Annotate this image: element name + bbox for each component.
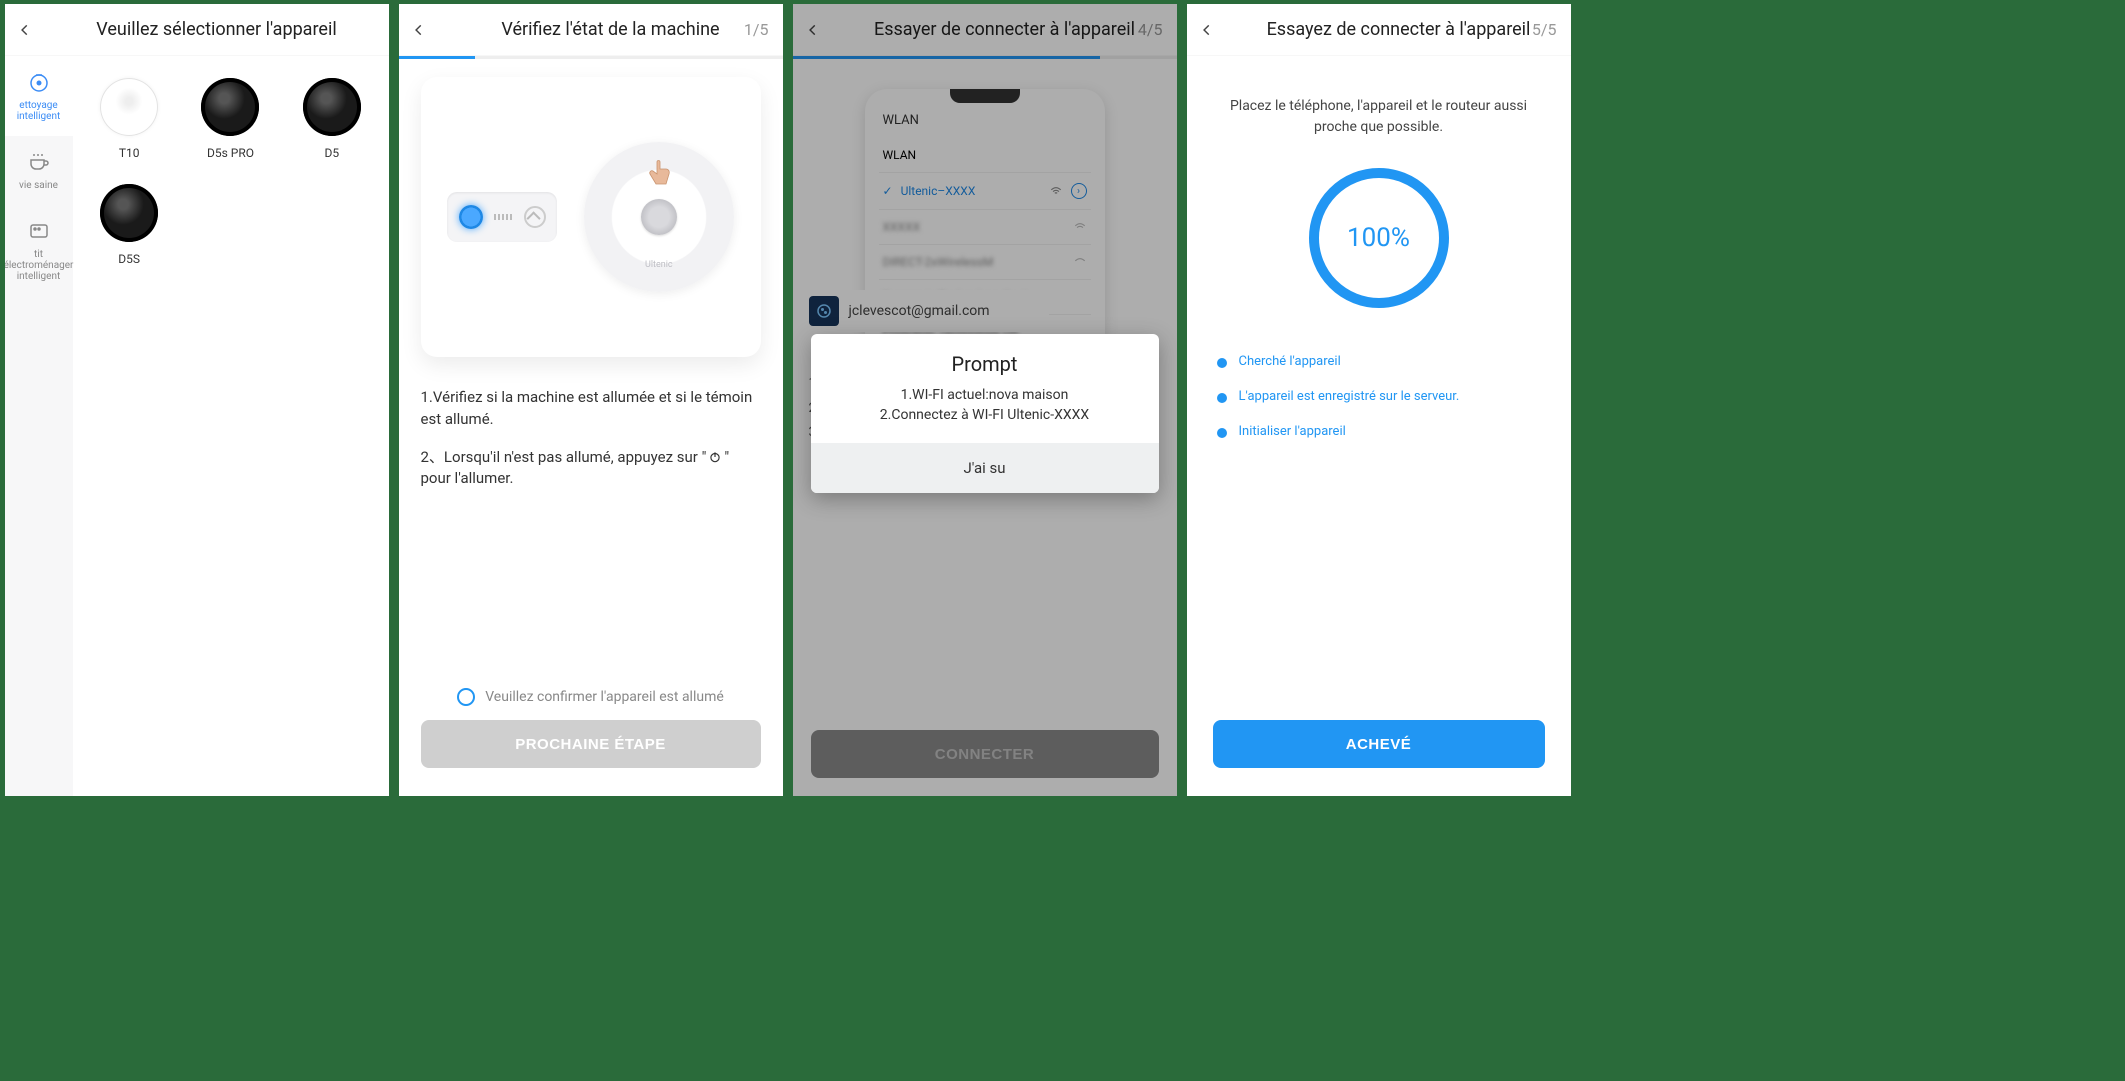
robot-illustration: Ultenic: [584, 142, 734, 292]
confirm-checkbox[interactable]: Veuillez confirmer l'appareil est allumé: [421, 688, 761, 706]
status-step: Cherché l'appareil: [1217, 354, 1541, 369]
screen-select-device: Veuillez sélectionner l'appareil ettoyag…: [5, 4, 389, 796]
dot-icon: [1217, 428, 1227, 438]
device-label: T10: [119, 146, 140, 160]
appliance-icon: [27, 219, 51, 243]
device-thumb: [100, 78, 158, 136]
step-indicator: 1/5: [744, 20, 769, 39]
device-t10[interactable]: T10: [79, 70, 180, 176]
chevron-left-icon: [412, 23, 426, 37]
illustration-card: Ultenic: [421, 77, 761, 357]
power-icon: [706, 450, 724, 464]
category-smart-cleaning[interactable]: ettoyage intelligent: [5, 56, 73, 136]
device-d5s-pro[interactable]: D5s PRO: [180, 70, 281, 176]
status-step: Initialiser l'appareil: [1217, 424, 1541, 439]
prompt-ok-button[interactable]: J'ai su: [811, 443, 1159, 493]
page-title: Essayez de connecter à l'appareil: [1227, 19, 1571, 40]
confirm-label: Veuillez confirmer l'appareil est allumé: [485, 689, 724, 705]
page-title: Veuillez sélectionner l'appareil: [45, 19, 389, 40]
device-d5[interactable]: D5: [281, 70, 382, 176]
radio-unchecked-icon: [457, 688, 475, 706]
category-label: vie saine: [19, 180, 58, 191]
cup-icon: [27, 150, 51, 174]
instruction-line-2: 2、Lorsqu'il n'est pas allumé, appuyez su…: [421, 447, 761, 491]
prompt-title: Prompt: [811, 334, 1159, 386]
hint-text: Placez le téléphone, l'appareil et le ro…: [1213, 96, 1545, 138]
prompt-dialog: Prompt 1.WI-FI actuel:nova maison 2.Conn…: [811, 334, 1159, 493]
screen-check-state: Vérifiez l'état de la machine 1/5 Ulteni…: [399, 4, 783, 796]
brand-label: Ultenic: [645, 260, 673, 270]
device-thumb: [201, 78, 259, 136]
instruction-text: 1.Vérifiez si la machine est allumée et …: [421, 387, 761, 506]
status-steps: Cherché l'appareil L'appareil est enregi…: [1213, 354, 1545, 459]
device-grid: T10 D5s PRO D5 D5S: [73, 56, 389, 796]
done-button[interactable]: ACHEVÉ: [1213, 720, 1545, 768]
screen-connect-prompt: Essayer de connecter à l'appareil 4/5 WL…: [793, 4, 1177, 796]
chevron-left-icon: [18, 23, 32, 37]
device-thumb: [100, 184, 158, 242]
category-sidebar: ettoyage intelligent vie saine tit élect…: [5, 56, 73, 796]
dot-icon: [1217, 358, 1227, 368]
category-label: ettoyage intelligent: [9, 100, 69, 122]
device-d5s[interactable]: D5S: [79, 176, 180, 282]
category-label: tit électroménager intelligent: [5, 249, 74, 282]
device-label: D5: [324, 146, 339, 160]
dock-illustration: [447, 192, 557, 242]
back-button[interactable]: [5, 23, 45, 37]
header: Vérifiez l'état de la machine 1/5: [399, 4, 783, 56]
category-small-appliance[interactable]: tit électroménager intelligent: [5, 205, 73, 296]
dots-icon: [494, 214, 512, 220]
back-button[interactable]: [399, 23, 439, 37]
page-title: Vérifiez l'état de la machine: [439, 19, 783, 40]
device-label: D5s PRO: [207, 146, 254, 160]
screen-connecting-done: Essayez de connecter à l'appareil 5/5 Pl…: [1187, 4, 1571, 796]
home-icon: [524, 206, 546, 228]
next-step-button[interactable]: PROCHAINE ÉTAPE: [421, 720, 761, 768]
header: Essayez de connecter à l'appareil 5/5: [1187, 4, 1571, 56]
power-led-icon: [459, 205, 483, 229]
dot-icon: [1217, 393, 1227, 403]
step-indicator: 5/5: [1532, 20, 1557, 39]
instruction-line-1: 1.Vérifiez si la machine est allumée et …: [421, 387, 761, 431]
lidar-icon: [641, 199, 677, 235]
progress-percent: 100%: [1347, 223, 1410, 253]
prompt-body: 1.WI-FI actuel:nova maison 2.Connectez à…: [811, 386, 1159, 443]
status-step: L'appareil est enregistré sur le serveur…: [1217, 389, 1541, 404]
device-label: D5S: [118, 252, 140, 266]
category-healthy-life[interactable]: vie saine: [5, 136, 73, 205]
chevron-left-icon: [1200, 23, 1214, 37]
progress-ring: 100%: [1309, 168, 1449, 308]
back-button[interactable]: [1187, 23, 1227, 37]
hand-tap-icon: [639, 154, 679, 194]
header: Veuillez sélectionner l'appareil: [5, 4, 389, 56]
vacuum-icon: [27, 70, 51, 94]
device-thumb: [303, 78, 361, 136]
